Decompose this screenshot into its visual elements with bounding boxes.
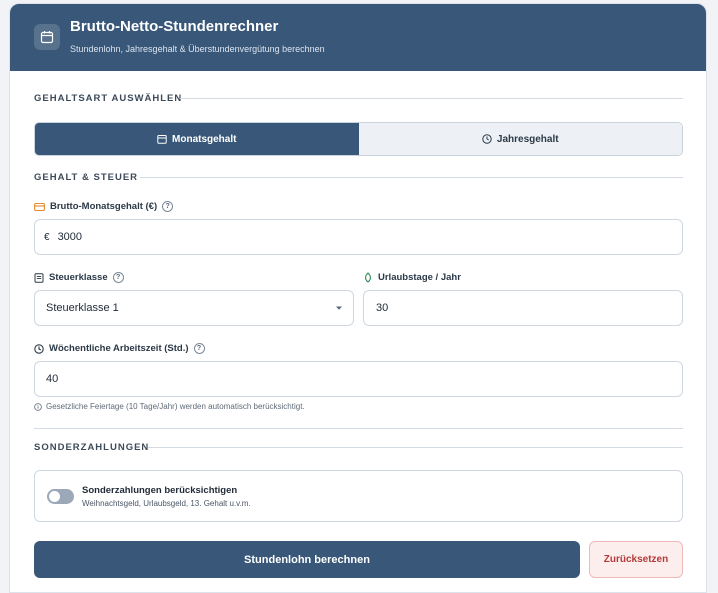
tab-monatsgehalt[interactable]: Monatsgehalt xyxy=(35,123,359,155)
tax-class-label: Steuerklasse ? xyxy=(34,272,124,283)
section-divider xyxy=(140,177,683,178)
leaf-icon xyxy=(363,272,373,283)
document-icon xyxy=(34,272,44,283)
hours-input[interactable] xyxy=(46,373,682,385)
vacation-field[interactable] xyxy=(363,290,683,326)
vacation-label-text: Urlaubstage / Jahr xyxy=(378,272,461,283)
gross-salary-label: Brutto-Monatsgehalt (€) ? xyxy=(34,201,174,212)
chevron-down-icon xyxy=(335,305,343,311)
special-payments-title: Sonderzahlungen berücksichtigen xyxy=(82,485,238,496)
clock-icon xyxy=(34,343,44,354)
hours-label: Wöchentliche Arbeitszeit (Std.) ? xyxy=(34,343,205,354)
calculator-card: Brutto-Netto-Stundenrechner Stundenlohn,… xyxy=(9,3,707,593)
calendar-icon xyxy=(34,24,60,50)
section-divider xyxy=(148,447,683,448)
gross-salary-field[interactable]: € xyxy=(34,219,683,255)
tab-jahresgehalt[interactable]: Jahresgehalt xyxy=(358,123,682,155)
section-title-salary-tax: GEHALT & STEUER xyxy=(34,172,139,183)
section-divider xyxy=(180,98,683,99)
tax-class-select[interactable]: Steuerklasse 1 xyxy=(34,290,354,326)
page-title: Brutto-Netto-Stundenrechner xyxy=(70,18,279,35)
tax-class-value: Steuerklasse 1 xyxy=(46,302,119,314)
holiday-hint-text: Gesetzliche Feiertage (10 Tage/Jahr) wer… xyxy=(46,402,305,411)
hours-label-text: Wöchentliche Arbeitszeit (Std.) xyxy=(49,343,189,354)
special-payments-toggle[interactable] xyxy=(47,489,74,504)
gross-salary-label-text: Brutto-Monatsgehalt (€) xyxy=(50,201,158,212)
help-icon[interactable]: ? xyxy=(193,343,205,354)
section-divider xyxy=(34,428,683,429)
tax-class-label-text: Steuerklasse xyxy=(49,272,108,283)
calendar-icon xyxy=(157,134,167,144)
section-title-salary-type: GEHALTSART AUSWÄHLEN xyxy=(34,93,183,104)
tab-label: Monatsgehalt xyxy=(172,133,237,145)
holiday-hint: Gesetzliche Feiertage (10 Tage/Jahr) wer… xyxy=(34,402,305,411)
calculate-button[interactable]: Stundenlohn berechnen xyxy=(34,541,580,578)
hours-field[interactable] xyxy=(34,361,683,397)
special-payments-subtitle: Weihnachtsgeld, Urlaubsgeld, 13. Gehalt … xyxy=(82,499,251,508)
special-payments-box: Sonderzahlungen berücksichtigen Weihnach… xyxy=(34,470,683,522)
header: Brutto-Netto-Stundenrechner Stundenlohn,… xyxy=(10,4,706,71)
reset-button[interactable]: Zurücksetzen xyxy=(589,541,683,578)
page-subtitle: Stundenlohn, Jahresgehalt & Überstundenv… xyxy=(70,44,325,54)
vacation-input[interactable] xyxy=(376,302,682,314)
clock-icon xyxy=(482,134,492,144)
tab-label: Jahresgehalt xyxy=(496,133,559,145)
info-icon xyxy=(34,402,42,411)
gross-salary-input[interactable] xyxy=(57,231,682,243)
help-icon[interactable]: ? xyxy=(162,201,174,212)
wallet-icon xyxy=(34,202,45,212)
salary-type-toggle: Monatsgehalt Jahresgehalt xyxy=(34,122,683,156)
vacation-label: Urlaubstage / Jahr xyxy=(363,272,461,283)
section-title-special-payments: SONDERZAHLUNGEN xyxy=(34,442,150,453)
help-icon[interactable]: ? xyxy=(112,272,124,283)
currency-prefix: € xyxy=(44,231,50,243)
